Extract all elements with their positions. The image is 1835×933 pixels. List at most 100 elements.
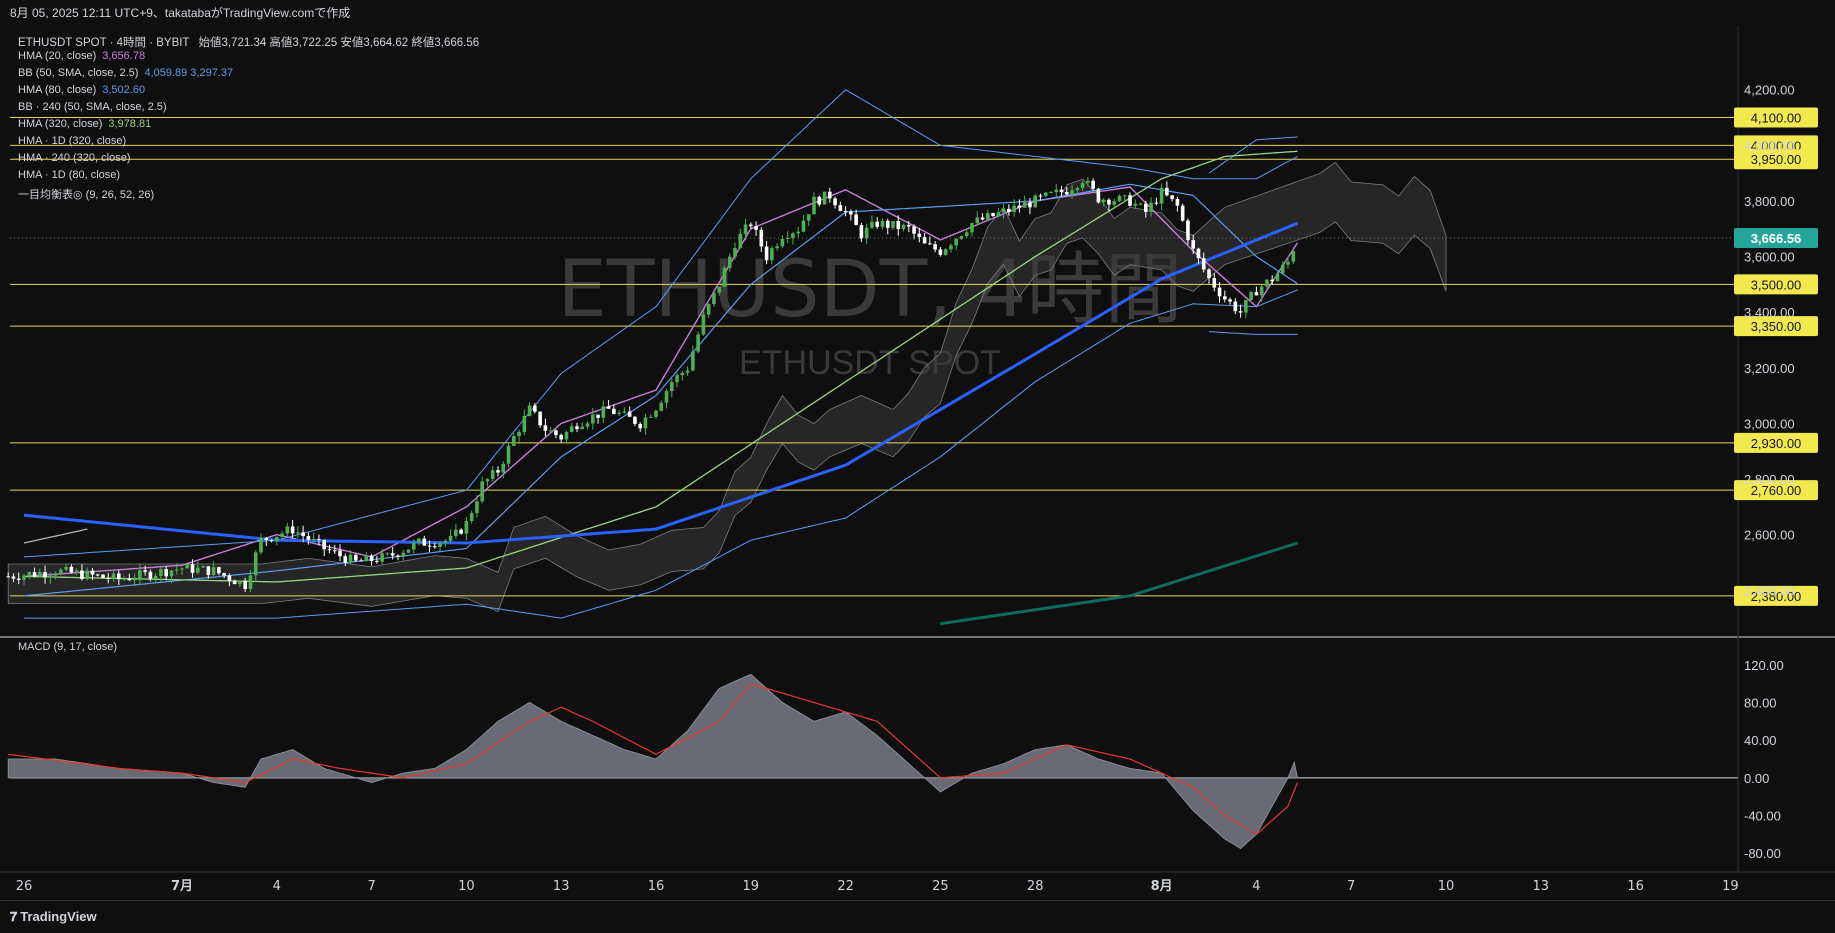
candle-body (1175, 199, 1180, 206)
candle-body (417, 538, 421, 543)
legend-item-label: HMA (320, close) (18, 118, 103, 130)
candle-body (527, 405, 532, 416)
candle-body (901, 224, 906, 229)
candle-body (606, 406, 611, 409)
candle-body (643, 417, 648, 429)
candle-body (232, 580, 237, 585)
candle-body (1133, 203, 1138, 206)
time-tick-label: 4 (1252, 879, 1260, 894)
candle-body (43, 572, 47, 578)
candle-body (1144, 203, 1148, 212)
candle-body (1075, 187, 1080, 191)
candle-body (1238, 311, 1243, 313)
candle-body (433, 546, 437, 548)
legend-item[interactable]: BB · 240 (50, SMA, close, 2.5) (18, 101, 167, 113)
candle-body (95, 574, 100, 576)
candle-body (148, 571, 153, 579)
candle-body (633, 416, 637, 424)
candle-body (1154, 202, 1159, 204)
legend-item-label: BB · 240 (50, SMA, close, 2.5) (18, 101, 167, 113)
candle-body (685, 370, 690, 373)
candle-body (806, 214, 811, 221)
level-badge-label: 3,950.00 (1751, 152, 1802, 167)
candle-body (512, 436, 516, 446)
legend-item-label: HMA · 1D (320, close) (18, 135, 127, 147)
legend-item-label: HMA · 240 (320, close) (18, 152, 131, 164)
candle-body (1128, 195, 1132, 206)
candle-body (411, 542, 416, 550)
candle-body (343, 556, 348, 563)
candle-body (538, 411, 542, 426)
legend-item[interactable]: HMA (320, close) 3,978.81 (18, 118, 151, 130)
legend-item[interactable]: HMA · 1D (80, close) (18, 169, 120, 181)
legend-item[interactable]: HMA (80, close) 3,502.60 (18, 84, 145, 96)
candle-body (285, 526, 290, 534)
candle-body (980, 217, 985, 220)
candle-body (1191, 240, 1195, 249)
candle-body (80, 570, 84, 579)
level-badge-label: 3,350.00 (1751, 319, 1802, 334)
candle-body (1028, 202, 1032, 208)
legend-item[interactable]: HMA (20, close) 3,656.78 (18, 50, 145, 62)
price-chart[interactable]: ETHUSDT, 4時間ETHUSDT SPOT4,100.004,000.00… (0, 26, 1835, 900)
candle-body (259, 537, 263, 553)
candle-body (22, 575, 26, 580)
candle-body (864, 227, 869, 239)
candle-body (111, 573, 116, 579)
candle-body (791, 233, 795, 238)
candle-body (1196, 248, 1201, 259)
candle-body (1001, 208, 1006, 213)
legend-item[interactable]: 一目均衡表◎ (9, 26, 52, 26) (18, 186, 154, 202)
candle-body (1007, 208, 1011, 212)
candle-body (311, 538, 316, 540)
candle-body (1122, 195, 1127, 197)
candle-body (106, 577, 111, 579)
candle-body (1101, 199, 1106, 203)
candle-body (290, 526, 295, 534)
candle-body (1096, 188, 1101, 203)
candle-body (727, 256, 732, 268)
candle-body (1165, 187, 1169, 196)
candle-body (348, 554, 353, 563)
candle-body (822, 191, 827, 205)
candle-body (454, 529, 458, 536)
legend-item-value: 4,059.89 3,297.37 (144, 67, 234, 79)
time-tick-label: 8月 (1151, 879, 1173, 894)
candle-body (580, 426, 585, 429)
candle-body (401, 552, 405, 557)
tradingview-logo[interactable]: 𝟕 TradingView (10, 909, 97, 925)
legend-item[interactable]: BB (50, SMA, close, 2.5) 4,059.89 3,297.3… (18, 67, 233, 79)
candle-body (1054, 189, 1059, 193)
watermark-subtitle: ETHUSDT SPOT (739, 344, 1001, 382)
candle-body (949, 245, 953, 250)
candle-body (1112, 201, 1116, 205)
candle-body (227, 575, 232, 581)
candle-body (733, 248, 737, 257)
legend-symbol: ETHUSDT SPOT · 4時間 · BYBIT (18, 37, 190, 49)
legend-item[interactable]: HMA · 240 (320, close) (18, 152, 131, 164)
candle-body (638, 423, 642, 429)
candle-body (517, 432, 521, 437)
price-tick-label: 3,200.00 (1744, 361, 1795, 376)
candle-body (180, 568, 184, 570)
candle-body (928, 243, 932, 245)
candle-body (206, 566, 211, 576)
candle-body (385, 553, 390, 555)
candle-body (1223, 296, 1227, 300)
candle-body (322, 539, 326, 550)
level-badge-label: 2,930.00 (1751, 436, 1802, 451)
candle-body (469, 513, 474, 522)
candle-body (754, 226, 758, 230)
candle-body (422, 538, 427, 546)
candle-body (427, 545, 432, 547)
candle-body (16, 578, 21, 580)
candle-body (1043, 192, 1048, 196)
candle-body (885, 220, 890, 228)
candle-body (459, 529, 463, 534)
candle-body (1228, 299, 1232, 302)
legend-symbol-row: ETHUSDT SPOT · 4時間 · BYBIT 始値3,721.34 高値… (18, 34, 479, 50)
candle-body (828, 191, 832, 199)
legend-item-value: 3,978.81 (108, 118, 152, 130)
legend-item[interactable]: HMA · 1D (320, close) (18, 135, 126, 147)
candle-body (627, 411, 632, 417)
